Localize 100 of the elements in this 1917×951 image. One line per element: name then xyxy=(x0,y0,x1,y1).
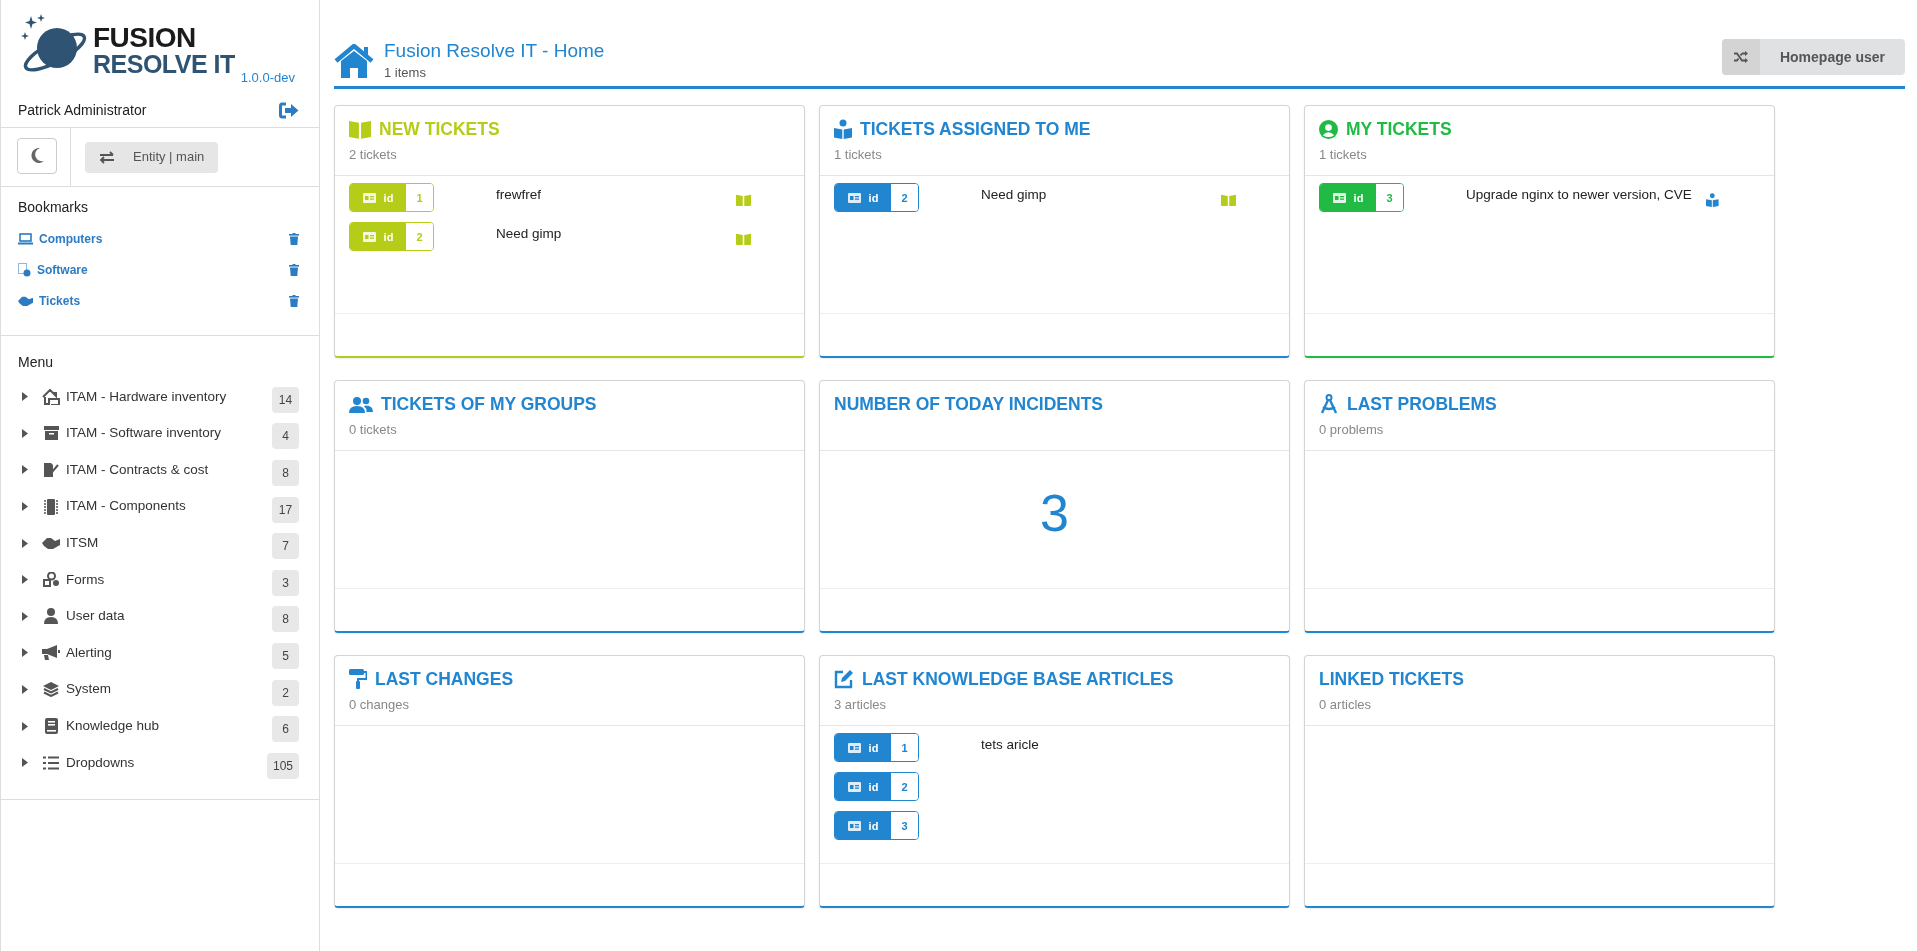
bookmark-link[interactable]: Tickets xyxy=(18,292,81,310)
caret-icon[interactable] xyxy=(22,392,28,402)
caret-icon[interactable] xyxy=(22,428,28,438)
shuffle-icon xyxy=(1733,51,1748,64)
caret-icon[interactable] xyxy=(22,502,28,512)
id-card-icon xyxy=(847,781,861,792)
ticket-title: Need gimp xyxy=(496,225,563,244)
widget-title: NEW TICKETS xyxy=(379,118,500,142)
bookmark-link[interactable]: Computers xyxy=(18,230,103,248)
page-title: Fusion Resolve IT - Home xyxy=(384,40,605,63)
trash-icon[interactable] xyxy=(289,264,299,276)
section-title: Menu xyxy=(18,352,55,372)
archive-box-icon xyxy=(43,426,59,441)
trash-icon[interactable] xyxy=(289,295,299,307)
menu-item[interactable]: ITAM - Hardware inventory xyxy=(66,386,272,407)
caret-icon[interactable] xyxy=(22,685,28,695)
edit-icon xyxy=(834,669,854,690)
moon-icon xyxy=(30,148,44,163)
menu-item[interactable]: ITSM xyxy=(66,533,272,554)
open-book-icon xyxy=(349,120,371,139)
ticket-title: Upgrade nginx to newer version, CVE xyxy=(1466,186,1693,205)
menu-item[interactable]: ITAM - Software inventory xyxy=(66,423,272,444)
count-badge: 3 xyxy=(272,569,299,596)
id-badge[interactable]: id 1 xyxy=(834,733,919,763)
menu-item[interactable]: Alerting xyxy=(66,642,272,664)
count-badge: 7 xyxy=(272,533,299,560)
count-badge: 105 xyxy=(266,752,299,779)
menu-item[interactable]: ITAM - Contracts & cost xyxy=(66,459,272,481)
menu-item[interactable]: System xyxy=(66,679,272,700)
ticket-title: tets aricle xyxy=(981,736,1040,755)
incident-count: 3 xyxy=(1040,484,1069,543)
widget-subtitle: 3 articles xyxy=(834,695,888,714)
house-building-icon xyxy=(42,388,60,405)
caret-icon[interactable] xyxy=(22,648,28,658)
count-badge: 5 xyxy=(272,642,299,669)
caret-icon[interactable] xyxy=(22,538,28,548)
logo-text: FUSION xyxy=(93,24,197,52)
person-icon xyxy=(44,608,58,625)
caret-icon[interactable] xyxy=(22,575,28,585)
entity-button[interactable]: Entity | main xyxy=(85,141,219,173)
open-book-icon xyxy=(1221,193,1236,207)
layers-icon xyxy=(43,682,59,698)
count-badge: 8 xyxy=(272,606,299,633)
widget-title: LAST PROBLEMS xyxy=(1347,393,1497,417)
window-gear-icon xyxy=(18,263,31,277)
id-card-icon xyxy=(847,192,861,203)
count-badge: 8 xyxy=(272,460,299,486)
users-icon xyxy=(349,395,373,413)
menu-item[interactable]: Dropdowns xyxy=(66,752,267,773)
widget-title: TICKETS ASSIGNED TO ME xyxy=(860,118,1091,142)
homepage-user-button[interactable]: Homepage user xyxy=(1721,39,1905,76)
compass-drawing-icon xyxy=(1319,394,1339,415)
swap-arrows-icon xyxy=(99,150,115,164)
id-card-icon xyxy=(847,820,861,831)
chip-icon xyxy=(44,498,58,515)
laptop-icon xyxy=(18,233,33,245)
menu-item[interactable]: Forms xyxy=(66,569,272,590)
widget-title: TICKETS OF MY GROUPS xyxy=(381,393,597,417)
open-book-icon xyxy=(736,232,751,246)
ticket-title: Need gimp xyxy=(981,186,1048,205)
open-book-icon xyxy=(736,193,751,207)
dark-mode-button[interactable] xyxy=(17,137,57,174)
logo-text: RESOLVE IT xyxy=(93,52,235,77)
widget-title: LAST CHANGES xyxy=(375,668,514,692)
megaphone-icon xyxy=(42,645,60,661)
caret-icon[interactable] xyxy=(22,721,28,731)
list-icon xyxy=(43,755,59,770)
widget-subtitle: 0 tickets xyxy=(349,420,398,439)
id-card-icon xyxy=(362,192,376,203)
widget-title: LAST KNOWLEDGE BASE ARTICLES xyxy=(862,668,1174,692)
version-label: 1.0.0-dev xyxy=(240,69,295,87)
bookmark-link[interactable]: Software xyxy=(18,261,88,279)
widget-subtitle: 1 tickets xyxy=(1319,145,1368,164)
caret-icon[interactable] xyxy=(22,465,28,475)
id-badge[interactable]: id 3 xyxy=(834,811,919,841)
menu-item[interactable]: ITAM - Components xyxy=(66,496,272,517)
count-badge: 2 xyxy=(272,679,299,706)
house-icon xyxy=(334,44,374,79)
signed-document-icon xyxy=(43,462,59,478)
count-badge: 17 xyxy=(272,496,299,523)
caret-icon[interactable] xyxy=(22,758,28,768)
section-title: Bookmarks xyxy=(18,197,90,217)
id-badge[interactable]: id 2 xyxy=(834,772,919,802)
menu-item[interactable]: Knowledge hub xyxy=(66,716,272,737)
book-icon xyxy=(44,718,58,735)
menu-item[interactable]: User data xyxy=(66,606,272,627)
caret-icon[interactable] xyxy=(22,611,28,621)
count-badge: 4 xyxy=(272,423,299,450)
ticket-title: frewfref xyxy=(496,186,542,205)
trash-icon[interactable] xyxy=(289,233,299,245)
id-card-icon xyxy=(362,231,376,242)
widget-subtitle: 0 problems xyxy=(1319,420,1385,439)
widget-title: LINKED TICKETS xyxy=(1319,668,1464,692)
person-with-book-icon xyxy=(834,119,852,140)
id-badge[interactable]: id 2 xyxy=(834,183,919,213)
logout-icon[interactable] xyxy=(279,101,299,119)
widget-subtitle: 0 articles xyxy=(1319,695,1373,714)
count-badge: 14 xyxy=(272,386,299,413)
person-with-book-icon xyxy=(1706,193,1719,208)
id-card-icon xyxy=(847,742,861,753)
